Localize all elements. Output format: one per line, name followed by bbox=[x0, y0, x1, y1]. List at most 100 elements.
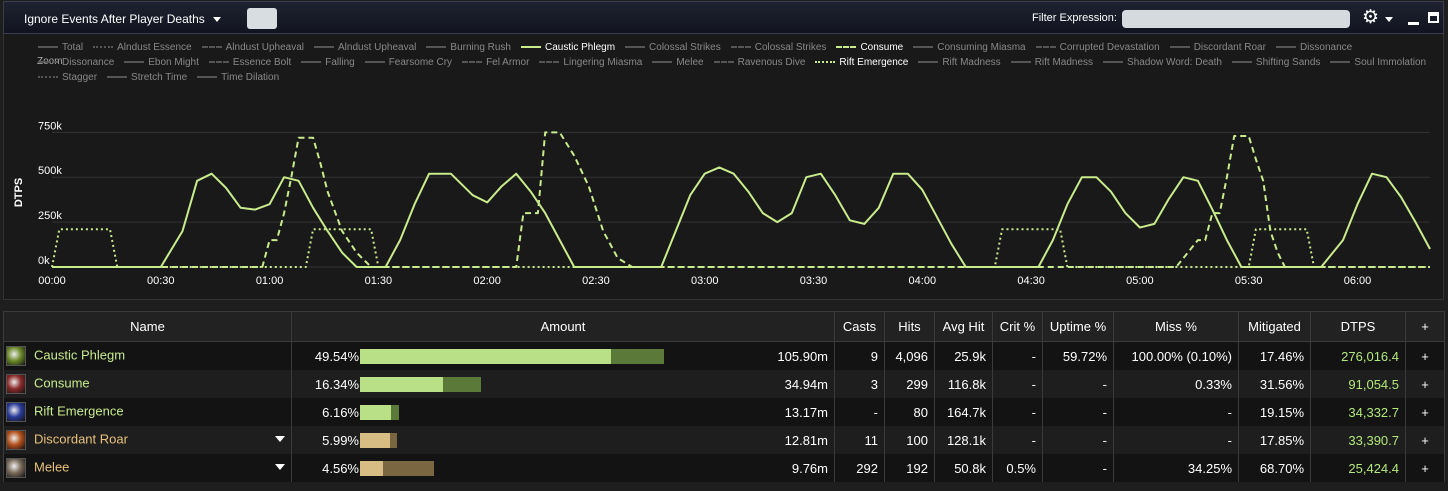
uptime-cell: - bbox=[1042, 426, 1114, 454]
legend-swatch bbox=[625, 46, 646, 49]
ability-name-cell[interactable]: Melee bbox=[3, 454, 292, 482]
legend-item[interactable]: Falling bbox=[301, 55, 355, 70]
legend-label: Corrupted Devastation bbox=[1059, 42, 1160, 53]
legend-swatch bbox=[201, 46, 222, 49]
legend-item[interactable]: Melee bbox=[652, 55, 704, 70]
legend-item[interactable]: Soul Immolation bbox=[1330, 55, 1426, 70]
legend-item[interactable]: Discordant Roar bbox=[1169, 40, 1266, 55]
player-deaths-dropdown[interactable]: Ignore Events After Player Deaths bbox=[24, 12, 221, 26]
legend-item[interactable]: Rift Madness bbox=[1010, 55, 1094, 70]
legend-item[interactable]: Colossal Strikes bbox=[730, 40, 826, 55]
filter-expression-input[interactable] bbox=[1122, 10, 1350, 28]
avg-hit-cell: 164.7k bbox=[934, 398, 993, 426]
add-column-button[interactable]: + bbox=[1405, 398, 1445, 426]
add-column-button[interactable]: + bbox=[1405, 454, 1445, 482]
ability-name[interactable]: Rift Emergence bbox=[34, 403, 124, 418]
legend-item[interactable]: Essence Bolt bbox=[208, 55, 291, 70]
miss-cell: - bbox=[1113, 398, 1239, 426]
legend-item[interactable]: Fel Armor bbox=[462, 55, 529, 70]
legend-item[interactable]: Stagger bbox=[38, 70, 97, 85]
column-name-header[interactable]: Name bbox=[3, 311, 292, 342]
x-tick-label: 02:30 bbox=[582, 275, 610, 287]
x-tick-label: 00:00 bbox=[38, 275, 66, 287]
column-dtps-header[interactable]: DTPS bbox=[1310, 311, 1406, 342]
legend-item[interactable]: Dissonance bbox=[1275, 40, 1352, 55]
ability-name-cell[interactable]: Caustic Phlegm bbox=[3, 341, 292, 370]
legend-item[interactable]: Lingering Miasma bbox=[539, 55, 642, 70]
legend-item[interactable]: Time Dilation bbox=[197, 70, 279, 85]
legend-item[interactable]: Caustic Phlegm bbox=[521, 40, 615, 55]
expand-arrow-icon[interactable] bbox=[275, 464, 285, 470]
legend-label: Falling bbox=[325, 57, 355, 68]
table-row[interactable]: Caustic Phlegm 49.54% 105.90m 9 4,096 25.9k -5… bbox=[3, 341, 1445, 370]
legend-item[interactable]: Alndust Essence bbox=[93, 40, 192, 55]
ability-name-cell[interactable]: Rift Emergence bbox=[3, 398, 292, 426]
column-mitigated-header[interactable]: Mitigated bbox=[1238, 311, 1311, 342]
column-casts-header[interactable]: Casts bbox=[834, 311, 885, 342]
series-line-caustic-phlegm[interactable] bbox=[52, 166, 1431, 268]
legend-label: Alndust Upheaval bbox=[338, 42, 417, 53]
legend-item[interactable]: Rift Madness bbox=[918, 55, 1001, 70]
add-column-button[interactable]: + bbox=[1405, 426, 1445, 454]
legend-item[interactable]: Fearsome Cry bbox=[364, 55, 452, 70]
legend-swatch bbox=[197, 76, 218, 79]
add-column-button[interactable]: + bbox=[1405, 341, 1445, 370]
legend-item[interactable]: Alndust Upheaval bbox=[201, 40, 304, 55]
ability-name[interactable]: Discordant Roar bbox=[34, 431, 128, 446]
add-column-button[interactable]: + bbox=[1405, 370, 1445, 398]
column-crit-header[interactable]: Crit % bbox=[992, 311, 1043, 342]
amount-bar bbox=[360, 405, 392, 420]
hits-cell: 192 bbox=[884, 454, 935, 482]
chevron-down-icon[interactable] bbox=[1385, 17, 1393, 22]
legend-swatch bbox=[38, 46, 58, 49]
toolbar: Ignore Events After Player Deaths Filter… bbox=[3, 1, 1444, 34]
column-add-header[interactable]: + bbox=[1405, 311, 1445, 342]
series-line-consume[interactable] bbox=[52, 131, 1430, 268]
legend-item[interactable]: Stretch Time bbox=[107, 70, 187, 85]
expand-arrow-icon[interactable] bbox=[275, 436, 285, 442]
ability-name[interactable]: Melee bbox=[34, 459, 69, 474]
mitigated-bar bbox=[442, 377, 481, 392]
series-line-rift-emergence[interactable] bbox=[51, 228, 1430, 268]
table-row[interactable]: Consume 16.34% 34.94m 3 299 116.8k - -0.33% 31.5… bbox=[3, 370, 1445, 398]
ability-name-cell[interactable]: Consume bbox=[3, 370, 292, 398]
column-uptime-header[interactable]: Uptime % bbox=[1042, 311, 1114, 342]
gear-icon[interactable]: ⚙ bbox=[1362, 7, 1379, 29]
column-amount-header[interactable]: Amount bbox=[291, 311, 835, 342]
color-swatch-button[interactable] bbox=[247, 8, 277, 29]
legend-item[interactable]: Ravenous Dive bbox=[713, 55, 805, 70]
legend-label: Stagger bbox=[62, 72, 98, 83]
ability-name[interactable]: Consume bbox=[34, 375, 90, 390]
minimize-button[interactable] bbox=[1408, 22, 1419, 25]
legend-swatch bbox=[38, 61, 58, 64]
x-tick-label: 04:30 bbox=[1017, 275, 1045, 287]
legend-item[interactable]: Colossal Strikes bbox=[625, 40, 721, 55]
legend-item[interactable]: Shadow Word: Death bbox=[1103, 55, 1222, 70]
ability-name[interactable]: Caustic Phlegm bbox=[34, 347, 125, 362]
avg-hit-cell: 25.9k bbox=[934, 341, 993, 370]
legend-item[interactable]: Shifting Sands bbox=[1231, 55, 1320, 70]
legend-item[interactable]: Dissonance bbox=[38, 55, 114, 70]
legend-item[interactable]: Ebon Might bbox=[124, 55, 199, 70]
table-row[interactable]: Rift Emergence 6.16% 13.17m -80 164.7k - - -19.… bbox=[3, 398, 1445, 426]
table-row[interactable]: Melee 4.56% 9.76m 292 192 50.8k 0.5% -34.25% 68.… bbox=[3, 454, 1445, 482]
legend-item[interactable]: Consuming Miasma bbox=[913, 40, 1026, 55]
maximize-button[interactable] bbox=[1428, 12, 1439, 23]
legend-label: Rift Madness bbox=[1034, 57, 1094, 68]
legend-item[interactable]: Corrupted Devastation bbox=[1035, 40, 1160, 55]
amount-bar bbox=[360, 433, 391, 448]
table-row[interactable]: Discordant Roar 5.99% 12.81m 11 100 128.1k - - -… bbox=[3, 426, 1445, 454]
legend-item[interactable]: Burning Rush bbox=[426, 40, 511, 55]
legend-item[interactable]: Consume bbox=[836, 40, 903, 55]
column-avg-hit-header[interactable]: Avg Hit bbox=[934, 311, 993, 342]
melee-icon bbox=[6, 458, 26, 478]
legend-item[interactable]: Rift Emergence bbox=[815, 55, 908, 70]
uptime-cell: - bbox=[1042, 370, 1114, 398]
ability-name-cell[interactable]: Discordant Roar bbox=[3, 426, 292, 454]
legend-item[interactable]: Total bbox=[38, 40, 83, 55]
legend-item[interactable]: Alndust Upheaval bbox=[314, 40, 416, 55]
uptime-cell: - bbox=[1042, 398, 1114, 426]
column-miss-header[interactable]: Miss % bbox=[1113, 311, 1239, 342]
legend-label: Colossal Strikes bbox=[649, 42, 721, 53]
column-hits-header[interactable]: Hits bbox=[884, 311, 935, 342]
